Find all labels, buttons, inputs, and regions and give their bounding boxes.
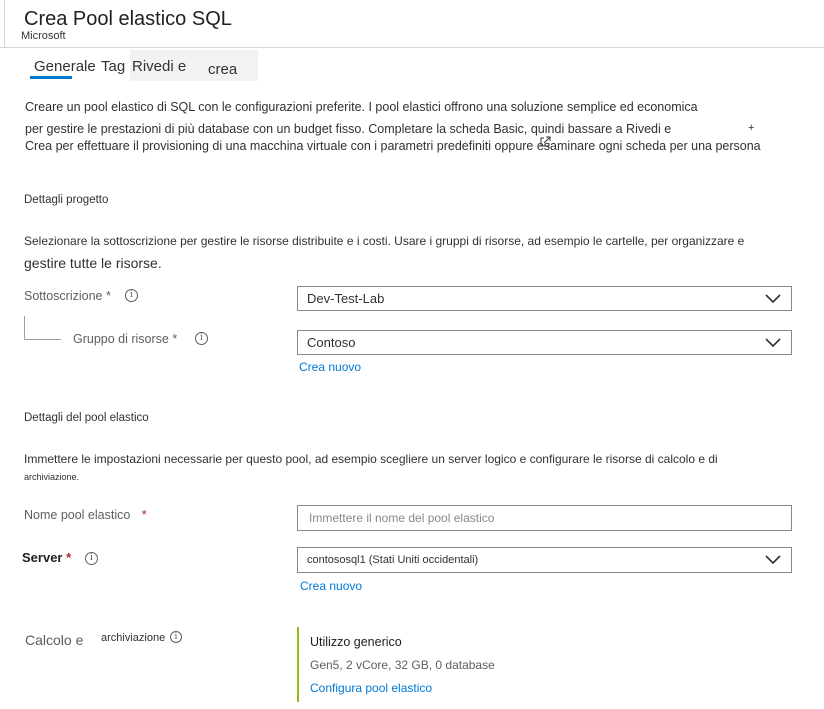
compute-label-b: archiviazione	[101, 632, 166, 644]
resource-group-dropdown[interactable]: Contoso	[297, 330, 792, 355]
page-title: Crea Pool elastico SQL	[24, 8, 232, 30]
tab-review-create-part2[interactable]: crea	[208, 61, 237, 78]
pool-desc-line-2: archiviazione.	[24, 472, 80, 482]
pool-name-label-text: Nome pool elastico	[24, 508, 131, 522]
compute-accent-bar	[297, 627, 299, 702]
subscription-label: Sottoscrizione *	[24, 289, 111, 303]
info-icon[interactable]: i	[125, 289, 138, 302]
tab-review-create[interactable]: Rivedi e	[132, 58, 186, 75]
project-desc-line-2: gestire tutte le risorse.	[24, 255, 162, 271]
server-value: contososql1 (Stati Uniti occidentali)	[307, 554, 479, 566]
pool-desc-line-1: Immettere le impostazioni necessarie per…	[24, 452, 718, 466]
project-details-heading: Dettagli progetto	[24, 194, 109, 206]
server-label-text: Server	[22, 550, 63, 565]
pool-name-input[interactable]	[298, 506, 791, 530]
intro-line-1: Creare un pool elastico di SQL con le co…	[25, 100, 698, 114]
server-dropdown[interactable]: contososql1 (Stati Uniti occidentali)	[297, 547, 792, 573]
intro-line-3: Crea per effettuare il provisioning di u…	[25, 139, 761, 153]
intro-line-2: per gestire le prestazioni di più databa…	[25, 122, 672, 136]
info-icon[interactable]: i	[195, 332, 208, 345]
subscription-value: Dev-Test-Lab	[307, 291, 385, 306]
chevron-down-icon	[765, 555, 781, 565]
required-marker: *	[66, 550, 72, 565]
compute-summary: Gen5, 2 vCore, 32 GB, 0 database	[310, 658, 495, 672]
tab-selected-indicator	[30, 76, 72, 79]
compute-tier: Utilizzo generico	[310, 635, 402, 649]
chevron-down-icon	[765, 338, 781, 348]
project-desc-line-1: Selezionare la sottoscrizione per gestir…	[24, 234, 745, 248]
required-marker: *	[141, 508, 147, 522]
pool-name-field[interactable]	[297, 505, 792, 531]
resource-group-label: Gruppo di risorse *	[73, 332, 178, 346]
pool-name-label: Nome pool elastico *	[24, 508, 147, 522]
pool-details-heading: Dettagli del pool elastico	[24, 412, 149, 424]
compute-label-a: Calcolo e	[25, 632, 84, 648]
chevron-down-icon	[765, 294, 781, 304]
external-link-icon[interactable]	[539, 136, 551, 148]
info-icon[interactable]: i	[170, 631, 182, 643]
publisher-label: Microsoft	[21, 30, 66, 42]
configure-pool-link[interactable]: Configura pool elastico	[310, 681, 432, 695]
resource-group-value: Contoso	[307, 335, 356, 350]
tree-connector-vertical	[24, 316, 25, 340]
tree-connector-horizontal	[24, 339, 61, 340]
tab-general[interactable]: Generale	[34, 58, 96, 75]
resource-group-create-new-link[interactable]: Crea nuovo	[299, 360, 361, 374]
info-icon[interactable]: i	[85, 552, 98, 565]
plus-mark: +	[748, 122, 755, 134]
header-divider	[4, 0, 5, 48]
server-label: Server *	[22, 550, 71, 565]
blade-header: Crea Pool elastico SQL Microsoft	[0, 0, 824, 48]
subscription-dropdown[interactable]: Dev-Test-Lab	[297, 286, 792, 311]
server-create-new-link[interactable]: Crea nuovo	[300, 579, 362, 593]
tab-tag[interactable]: Tag	[101, 58, 125, 75]
